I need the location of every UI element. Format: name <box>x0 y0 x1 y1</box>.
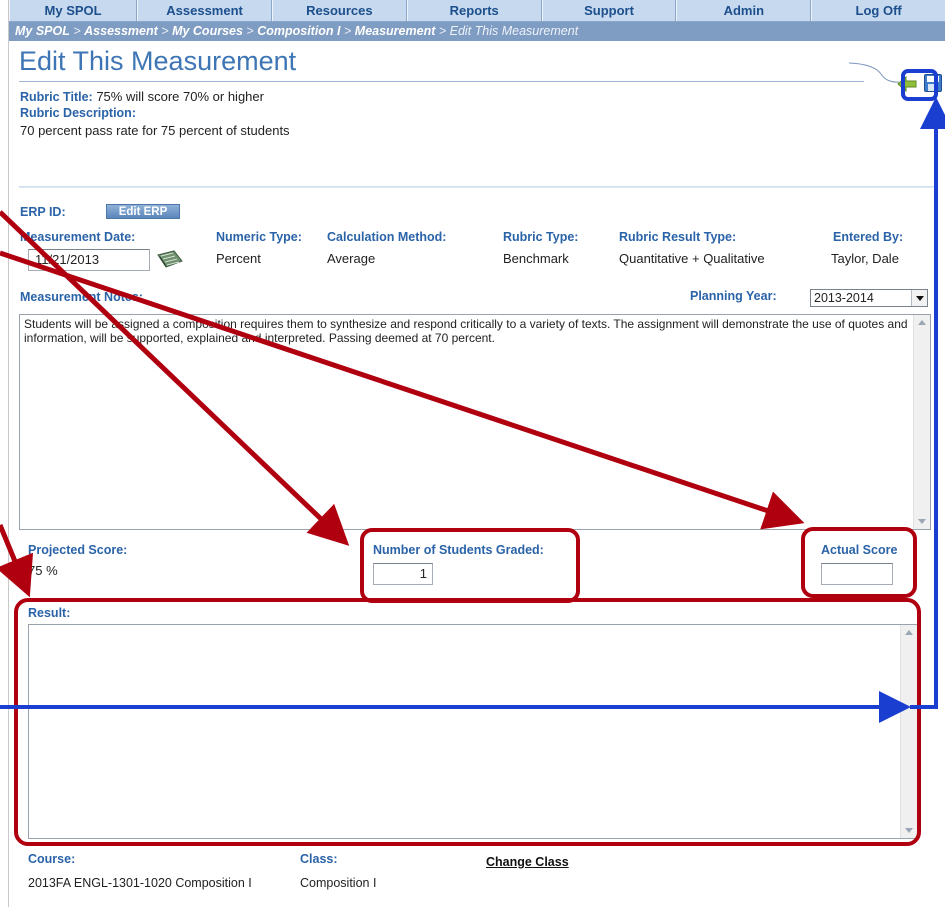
calendar-icon[interactable] <box>156 249 184 269</box>
scroll-down-icon[interactable] <box>901 822 917 838</box>
scroll-up-icon[interactable] <box>901 625 917 641</box>
chevron-down-icon[interactable] <box>911 290 927 306</box>
edit-erp-button[interactable]: Edit ERP <box>106 204 180 219</box>
calculation-method-value: Average <box>327 251 376 266</box>
measurement-date-label: Measurement Date: <box>20 230 136 244</box>
nav-reports[interactable]: Reports <box>406 0 542 21</box>
breadcrumb: My SPOL > Assessment > My Courses > Comp… <box>9 22 945 41</box>
nav-my-spol[interactable]: My SPOL <box>9 0 138 21</box>
page: My SPOL Assessment Resources Reports Sup… <box>8 0 945 907</box>
students-graded-input[interactable]: 1 <box>373 563 433 585</box>
nav-support[interactable]: Support <box>541 0 677 21</box>
rubric-title-value: 75% will score 70% or higher <box>96 89 264 104</box>
entered-by-label: Entered By: <box>833 230 904 244</box>
planning-year-value: 2013-2014 <box>814 291 874 305</box>
students-graded-label: Number of Students Graded: <box>373 543 544 557</box>
breadcrumb-current: Edit This Measurement <box>449 24 579 38</box>
breadcrumb-my-spol[interactable]: My SPOL <box>15 24 70 38</box>
breadcrumb-my-courses[interactable]: My Courses <box>172 24 243 38</box>
measurement-date-input[interactable]: 11/21/2013 <box>28 249 150 271</box>
projected-score-label: Projected Score: <box>28 543 128 557</box>
notes-scrollbar[interactable] <box>913 315 930 529</box>
rubric-title-label: Rubric Title: <box>20 90 93 104</box>
actual-score-input[interactable] <box>821 563 893 585</box>
scroll-up-icon[interactable] <box>914 315 930 331</box>
breadcrumb-measurement[interactable]: Measurement <box>355 24 436 38</box>
measurement-notes-text: Students will be assigned a composition … <box>24 317 908 345</box>
breadcrumb-separator: > <box>344 24 355 38</box>
title-curve-decoration <box>849 62 899 83</box>
nav-admin[interactable]: Admin <box>676 0 812 21</box>
planning-year-label: Planning Year: <box>690 289 777 303</box>
course-label: Course: <box>28 852 76 866</box>
change-class-link[interactable]: Change Class <box>486 855 569 869</box>
measurement-notes-label: Measurement Notes: <box>20 290 143 304</box>
numeric-type-value: Percent <box>216 251 261 266</box>
back-arrow-icon[interactable] <box>897 76 917 92</box>
numeric-type-label: Numeric Type: <box>216 230 302 244</box>
breadcrumb-separator: > <box>246 24 258 38</box>
class-label: Class: <box>300 852 338 866</box>
measurement-notes-textarea[interactable]: Students will be assigned a composition … <box>19 314 931 530</box>
page-title: Edit This Measurement <box>19 46 297 76</box>
calculation-method-label: Calculation Method: <box>327 230 447 244</box>
breadcrumb-separator: > <box>438 24 450 38</box>
rubric-description-value: 70 percent pass rate for 75 percent of s… <box>20 123 290 138</box>
projected-score-value: 75 % <box>28 563 58 578</box>
scroll-down-icon[interactable] <box>914 513 930 529</box>
rubric-result-type-value: Quantitative + Qualitative <box>619 251 765 266</box>
title-divider <box>19 81 864 82</box>
rubric-description-label: Rubric Description: <box>20 106 136 120</box>
erp-id-label: ERP ID: <box>20 205 66 219</box>
nav-resources[interactable]: Resources <box>271 0 407 21</box>
breadcrumb-separator: > <box>73 24 85 38</box>
actual-score-label: Actual Score <box>821 543 898 557</box>
class-value: Composition I <box>300 876 377 890</box>
planning-year-select[interactable]: 2013-2014 <box>810 289 928 307</box>
entered-by-value: Taylor, Dale <box>831 251 899 266</box>
section-divider <box>19 186 934 188</box>
top-nav: My SPOL Assessment Resources Reports Sup… <box>9 0 945 22</box>
breadcrumb-assessment[interactable]: Assessment <box>84 24 158 38</box>
nav-assessment[interactable]: Assessment <box>137 0 272 21</box>
course-value: 2013FA ENGL-1301-1020 Composition I <box>28 876 252 890</box>
result-scrollbar[interactable] <box>900 625 917 838</box>
breadcrumb-composition[interactable]: Composition I <box>257 24 340 38</box>
nav-log-off[interactable]: Log Off <box>811 0 945 21</box>
save-icon[interactable] <box>924 74 942 92</box>
result-label: Result: <box>28 606 71 620</box>
rubric-type-value: Benchmark <box>503 251 569 266</box>
rubric-type-label: Rubric Type: <box>503 230 579 244</box>
rubric-result-type-label: Rubric Result Type: <box>619 230 737 244</box>
result-textarea[interactable] <box>28 624 918 839</box>
breadcrumb-separator: > <box>161 24 173 38</box>
